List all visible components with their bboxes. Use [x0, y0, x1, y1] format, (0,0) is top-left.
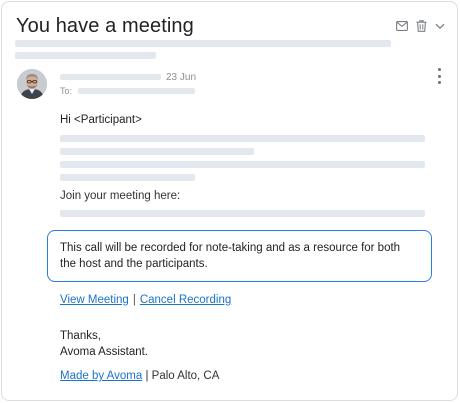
view-meeting-link[interactable]: View Meeting [60, 294, 129, 306]
trash-icon[interactable] [414, 19, 428, 33]
signoff-name: Avoma Assistant. [60, 346, 148, 358]
more-vertical-icon[interactable] [434, 68, 444, 84]
cancel-recording-link[interactable]: Cancel Recording [140, 294, 231, 306]
greeting: Hi <Participant> [60, 114, 142, 126]
signoff-thanks: Thanks, [60, 330, 101, 342]
sender-placeholder [60, 74, 161, 80]
placeholder-line [15, 52, 156, 59]
placeholder-line [60, 135, 425, 142]
placeholder-line [60, 161, 425, 168]
mail-icon[interactable] [395, 19, 409, 33]
join-meeting-text: Join your meeting here: [60, 190, 181, 202]
made-by-avoma-link[interactable]: Made by Avoma [60, 370, 142, 382]
placeholder-line [15, 40, 391, 47]
action-links: View Meeting | Cancel Recording [60, 294, 231, 306]
link-separator: | [132, 294, 136, 306]
footer-location: | Palo Alto, CA [145, 370, 220, 382]
placeholder-line [60, 174, 195, 181]
to-label: To: [60, 86, 73, 96]
signoff: Thanks, Avoma Assistant. [60, 328, 148, 360]
chevron-down-icon[interactable] [433, 19, 447, 33]
meeting-link-placeholder[interactable] [60, 210, 425, 217]
footer: Made by Avoma | Palo Alto, CA [60, 370, 219, 382]
email-date: 23 Jun [166, 72, 197, 83]
email-subject: You have a meeting [16, 15, 194, 37]
placeholder-line [60, 148, 254, 155]
recording-notice: This call will be recorded for note-taki… [47, 230, 432, 282]
email-card: You have a meeting 23 Jun To: Hi <Partic… [1, 1, 458, 401]
header-actions [395, 19, 447, 33]
recipient-placeholder [78, 88, 195, 94]
avatar [17, 69, 47, 99]
